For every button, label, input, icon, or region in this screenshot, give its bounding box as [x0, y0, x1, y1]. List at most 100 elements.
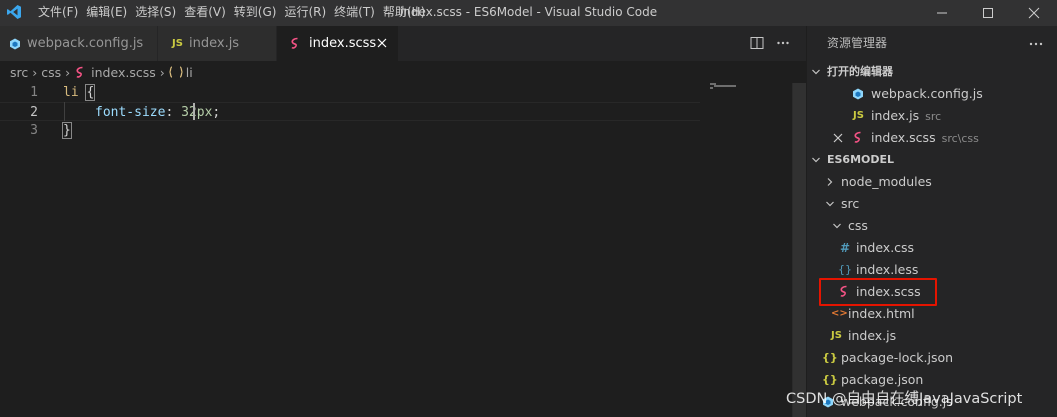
open-editor-path: src\css: [941, 132, 979, 145]
line-number: 2: [30, 105, 38, 120]
minimap-line: [710, 87, 713, 89]
explorer-title: 资源管理器: [827, 36, 888, 50]
sass-icon: [291, 37, 298, 49]
breadcrumb-css[interactable]: css: [41, 65, 61, 80]
tree-folder-css[interactable]: css: [807, 215, 1057, 237]
open-editor-label: index.js: [871, 108, 920, 123]
html-icon: <>: [831, 308, 848, 319]
split-editor-icon: [750, 37, 764, 49]
tree-file-index-js[interactable]: JS index.js: [807, 325, 1057, 347]
menu-selection[interactable]: 选择(S): [131, 0, 180, 26]
open-editors-title: 打开的编辑器: [827, 65, 893, 78]
scrollbar-thumb[interactable]: [793, 83, 806, 417]
colon: :: [165, 105, 174, 120]
tree-label: index.html: [848, 306, 915, 321]
close-brace: }: [62, 122, 72, 139]
code-line: 3 }: [0, 121, 700, 140]
open-editor-path: src: [925, 110, 942, 123]
breadcrumb-symbol[interactable]: li: [186, 65, 193, 80]
open-editor-item[interactable]: JS index.js src: [807, 105, 1057, 127]
close-tab-icon[interactable]: [377, 38, 387, 48]
code-line-current: 2 font-size: 32px;: [0, 102, 700, 121]
breadcrumb: src › css › index.scss › li: [0, 61, 806, 83]
tree-label: src: [841, 196, 860, 211]
chevron-down-icon: [812, 69, 820, 75]
css-icon: #: [840, 241, 851, 255]
chevron-right-icon: [827, 178, 833, 186]
tree-label: css: [848, 218, 868, 233]
explorer-sidebar: 资源管理器 打开的编辑器 webpack.config.js JS index.…: [806, 26, 1057, 417]
indent-guide: [64, 102, 65, 121]
tab-label: index.js: [189, 36, 240, 51]
vscode-logo-icon: [7, 5, 21, 19]
chevron-down-icon: [833, 223, 841, 229]
menu-view[interactable]: 查看(V): [180, 0, 230, 26]
close-icon[interactable]: [833, 133, 843, 143]
close-window-button[interactable]: [1011, 0, 1057, 26]
sass-icon: [854, 131, 861, 143]
tab-index-js[interactable]: JS index.js: [158, 26, 277, 61]
chevron-right-icon: ›: [159, 64, 165, 80]
code-line: 1 li {: [0, 83, 700, 102]
css-selector: li: [63, 85, 79, 100]
webpack-icon: [853, 88, 863, 100]
project-title: ES6MODEL: [827, 153, 895, 166]
more-icon: [777, 41, 789, 45]
tab-label: index.scss: [309, 36, 377, 51]
tab-bar: webpack.config.js JS index.js index.scss: [0, 26, 806, 61]
minimap-line: [714, 85, 736, 87]
json-icon: {}: [822, 351, 838, 364]
close-icon: [1028, 7, 1040, 19]
open-editor-item[interactable]: webpack.config.js: [807, 83, 1057, 105]
tree-file-index-css[interactable]: # index.css: [807, 237, 1057, 259]
chevron-right-icon: ›: [32, 64, 38, 80]
tree-folder-src[interactable]: src: [807, 193, 1057, 215]
tree-label: index.js: [848, 328, 897, 343]
chevron-down-icon: [812, 157, 820, 163]
tree-file-index-html[interactable]: <> index.html: [807, 303, 1057, 325]
open-editor-label: webpack.config.js: [871, 86, 983, 101]
tree-label: index.css: [856, 240, 915, 255]
menu-go[interactable]: 转到(G): [230, 0, 281, 26]
maximize-button[interactable]: [965, 0, 1011, 26]
minimap[interactable]: [708, 83, 792, 89]
maximize-icon: [983, 8, 993, 18]
tree-file-package-lock[interactable]: {} package-lock.json: [807, 347, 1057, 369]
css-property: font-size: [95, 105, 166, 120]
window-title: index.scss - ES6Model - Visual Studio Co…: [399, 5, 658, 19]
menu-terminal[interactable]: 终端(T): [330, 0, 379, 26]
open-editor-item-active[interactable]: index.scss src\css: [807, 127, 1057, 149]
open-brace: {: [85, 84, 96, 101]
code-editor[interactable]: 1 li { 2 font-size: 32px; 3 }: [0, 83, 806, 417]
breadcrumb-src[interactable]: src: [10, 65, 28, 80]
menu-file[interactable]: 文件(F): [34, 0, 82, 26]
tab-index-scss[interactable]: index.scss: [277, 26, 399, 61]
tree-label: node_modules: [841, 174, 932, 189]
chevron-down-icon: [826, 201, 834, 207]
project-header[interactable]: ES6MODEL: [807, 149, 1057, 171]
more-icon[interactable]: [1029, 42, 1043, 46]
minimize-button[interactable]: [919, 0, 965, 26]
tree-folder-node-modules[interactable]: node_modules: [807, 171, 1057, 193]
line-number: 3: [30, 123, 38, 138]
watermark: CSDN @自由自在缚JavaJavaScript: [786, 391, 1023, 407]
breadcrumb-file[interactable]: index.scss: [91, 65, 156, 80]
sass-icon: [76, 66, 83, 78]
chevron-right-icon: ›: [65, 64, 71, 80]
title-bar: 文件(F) 编辑(E) 选择(S) 查看(V) 转到(G) 运行(R) 终端(T…: [0, 0, 1057, 26]
text-cursor: [193, 103, 195, 120]
symbol-selector-icon: [168, 66, 183, 78]
open-editor-label: index.scss: [871, 130, 936, 145]
js-icon: JS: [831, 330, 842, 341]
menu-bar: 文件(F) 编辑(E) 选择(S) 查看(V) 转到(G) 运行(R) 终端(T…: [30, 0, 429, 26]
tab-label: webpack.config.js: [27, 36, 144, 51]
tree-label: package-lock.json: [841, 350, 954, 365]
open-editors-header[interactable]: 打开的编辑器: [807, 61, 1057, 83]
menu-run[interactable]: 运行(R): [280, 0, 330, 26]
annotation-highlight-box: [819, 278, 937, 306]
minimize-icon: [937, 12, 947, 14]
line-number: 1: [30, 85, 38, 100]
menu-edit[interactable]: 编辑(E): [82, 0, 131, 26]
js-icon: JS: [853, 110, 864, 121]
tab-webpack-config[interactable]: webpack.config.js: [0, 26, 158, 61]
